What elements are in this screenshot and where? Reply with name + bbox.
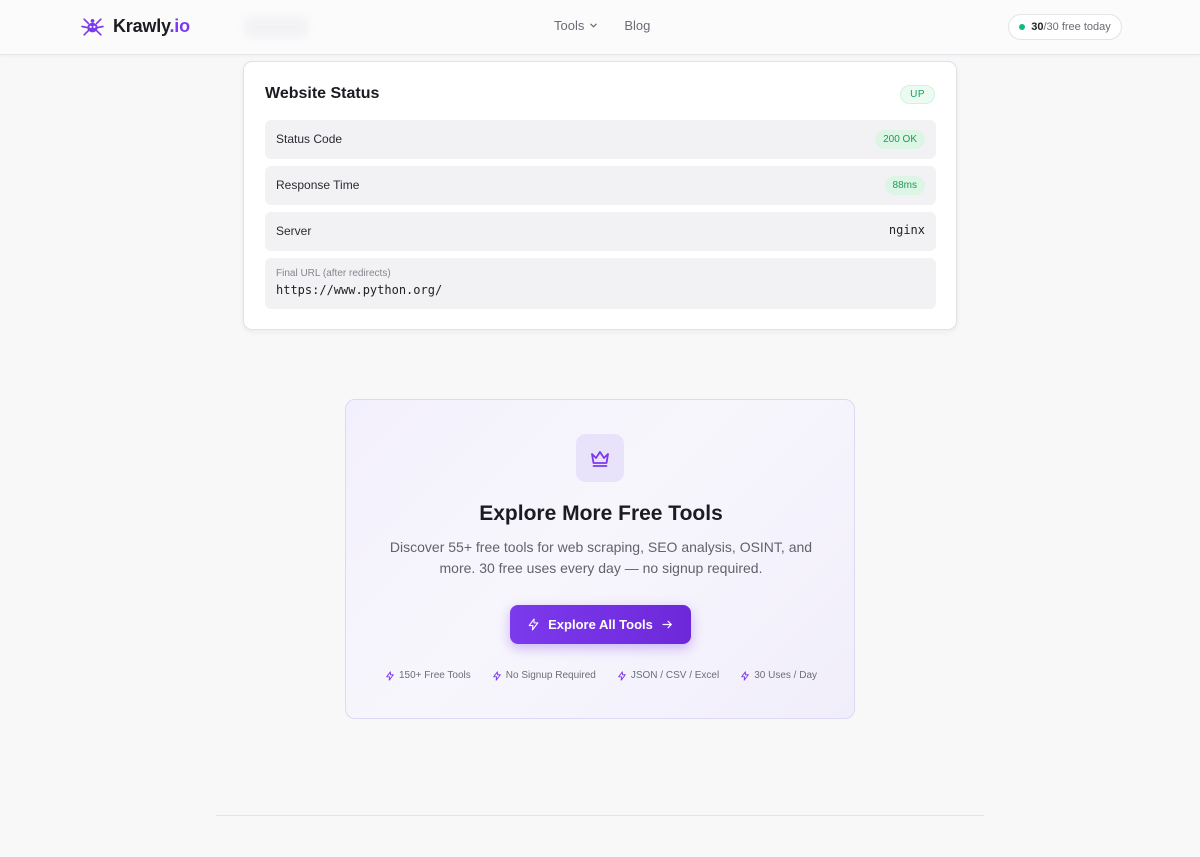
main-nav: Tools Blog (554, 18, 650, 33)
status-code-badge: 200 OK (875, 130, 925, 149)
feature-list: 150+ Free Tools No Signup Required JSON … (346, 670, 856, 681)
spider-logo-icon (81, 18, 104, 36)
final-url-caption: Final URL (after redirects) (276, 268, 391, 279)
crown-icon (591, 451, 609, 467)
blurred-element (244, 16, 308, 38)
feature-label: JSON / CSV / Excel (630, 670, 720, 681)
explore-tools-card: Explore More Free Tools Discover 55+ fre… (345, 399, 855, 719)
response-time-label: Response Time (276, 178, 360, 192)
nav-tools-dropdown[interactable]: Tools (554, 18, 598, 33)
final-url-box: Final URL (after redirects) https://www.… (265, 258, 936, 309)
feature-label: No Signup Required (505, 670, 596, 681)
nav-blog-link[interactable]: Blog (624, 18, 650, 33)
brand-name: Krawly.io (113, 16, 190, 36)
lightning-icon (528, 618, 539, 631)
feature-item: JSON / CSV / Excel (617, 670, 719, 681)
top-navbar: Krawly.io Tools Blog 30/30 free today (0, 0, 1200, 55)
server-label: Server (276, 224, 312, 238)
status-code-row: Status Code 200 OK (265, 120, 936, 159)
lightning-icon (618, 670, 626, 681)
feature-item: 30 Uses / Day (740, 670, 817, 681)
explore-all-tools-button[interactable]: Explore All Tools (510, 605, 691, 644)
server-value: nginx (888, 223, 925, 237)
website-status-card: Website Status UP Status Code 200 OK Res… (243, 61, 957, 330)
usage-counter[interactable]: 30/30 free today (1008, 14, 1122, 40)
response-time-badge: 88ms (884, 176, 925, 195)
footer-divider (216, 815, 984, 816)
explore-button-label: Explore All Tools (548, 617, 653, 632)
status-dot-icon (1019, 24, 1026, 30)
promo-description: Discover 55+ free tools for web scraping… (389, 539, 813, 576)
up-status-badge: UP (900, 85, 935, 104)
feature-item: No Signup Required (492, 670, 596, 681)
arrow-right-icon (662, 620, 672, 629)
feature-label: 30 Uses / Day (754, 670, 818, 681)
crown-tile (576, 434, 624, 482)
usage-text: 30/30 free today (1031, 21, 1111, 33)
promo-title: Explore More Free Tools (479, 502, 723, 525)
lightning-icon (741, 670, 749, 681)
nav-tools-label: Tools (554, 18, 585, 33)
status-code-label: Status Code (276, 132, 343, 146)
server-row: Server nginx (265, 212, 936, 251)
lightning-icon (492, 670, 501, 681)
feature-label: 150+ Free Tools (398, 670, 471, 681)
lightning-icon (386, 670, 394, 681)
feature-item: 150+ Free Tools (385, 670, 471, 681)
response-time-row: Response Time 88ms (265, 166, 936, 205)
status-card-title: Website Status (265, 85, 380, 102)
chevron-down-icon (590, 23, 598, 28)
final-url-value: https://www.python.org/ (276, 283, 443, 297)
brand-logo[interactable]: Krawly.io (80, 14, 190, 39)
nav-blog-label: Blog (624, 18, 651, 33)
